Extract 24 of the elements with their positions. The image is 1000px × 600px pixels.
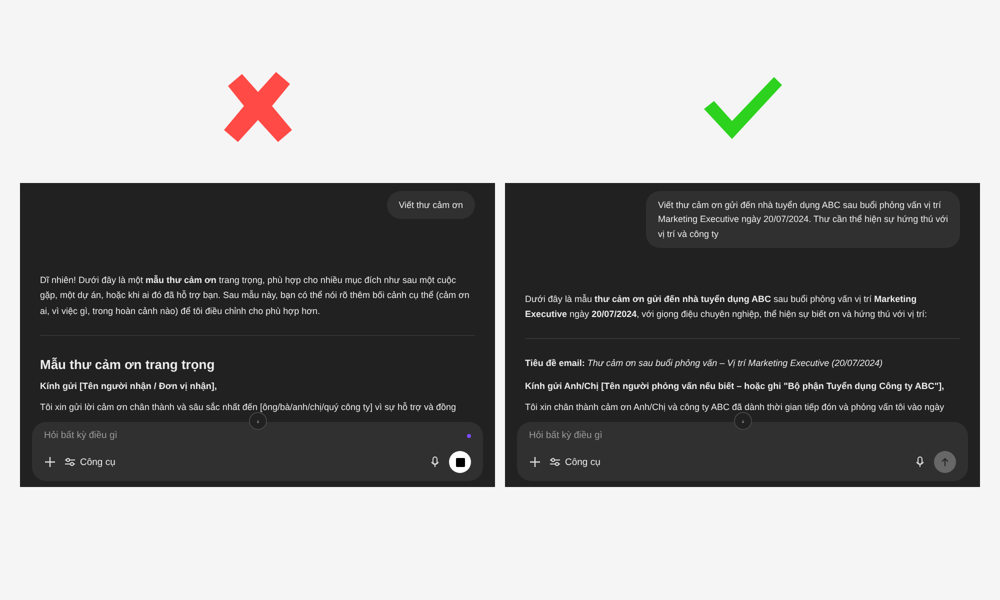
stop-button[interactable] [449, 451, 471, 473]
sliders-icon [64, 456, 76, 468]
stop-icon [456, 458, 464, 466]
plus-icon[interactable] [44, 456, 56, 468]
user-message-bubble: Viết thư cảm ơn [386, 191, 475, 220]
plus-icon[interactable] [529, 456, 541, 468]
message-input[interactable]: Hỏi bất kỳ điều gì [529, 430, 956, 441]
response-paragraph: Dĩ nhiên! Dưới đây là một mẫu thư cảm ơn trang trọng, phù hợp cho nhiều mục đích như sau một cuộc gặp, một dự án, hoặc khi ai đó đã hỗ trợ bạn. Sau mẫu này, bạn có thể nói rõ thêm bối cảnh cụ thể (cảm ơn ai, vì việc gì, trong hoàn cảnh nào) để tôi điều chỉnh cho phù hợp hơn. [40, 274, 470, 318]
response-paragraph: Tôi xin chân thành cảm ơn Anh/Chị và công ty ABC đã dành thời gian tiếp đón và phỏng vấn tôi vào ngày [525, 401, 946, 414]
tools-button[interactable]: Công cụ [549, 456, 600, 468]
microphone-icon[interactable] [429, 456, 441, 468]
letter-greeting: Kính gửi Anh/Chị [Tên người phỏng vấn nếu biết – hoặc ghi "Bộ phận Tuyển dụng Công ty ABC"], [525, 380, 946, 393]
response-paragraph: Tiêu đề email: Thư cảm ơn sau buổi phỏng vấn – Vị trí Marketing Executive (20/07/2024) [525, 357, 884, 370]
send-button[interactable] [934, 451, 956, 473]
sliders-icon [549, 456, 561, 468]
arrow-up-icon [940, 457, 950, 467]
response-paragraph: Tôi xin gửi lời cảm ơn chân thành và sâu sắc nhất đến [ông/bà/anh/chị/quý công ty] vì sự hỗ trợ và đồng [40, 401, 457, 414]
user-message-bubble: Viết thư cảm ơn gửi đến nhà tuyển dụng ABC sau buổi phỏng vấn vị trí Marketing Executive ngày 20/07/2024. Thư cần thể hiện sự hứng thú với vị trí và công ty [646, 191, 960, 248]
microphone-icon[interactable] [914, 456, 926, 468]
message-input[interactable]: Hỏi bất kỳ điều gì [44, 430, 467, 441]
tools-button[interactable]: Công cụ [64, 456, 116, 468]
response-paragraph: Dưới đây là mẫu thư cảm ơn gửi đến nhà tuyển dụng ABC sau buổi phỏng vấn vị trí Marketing Executive ngày 20/07/2024, với giọng điệu chuyên nghiệp, thể hiện sự biết ơn và hứng thú với vị trí: [525, 292, 928, 322]
response-heading: Mẫu thư cảm ơn trang trọng [40, 356, 216, 372]
letter-greeting: Kính gửi [Tên người nhận / Đơn vị nhận], [40, 380, 218, 393]
